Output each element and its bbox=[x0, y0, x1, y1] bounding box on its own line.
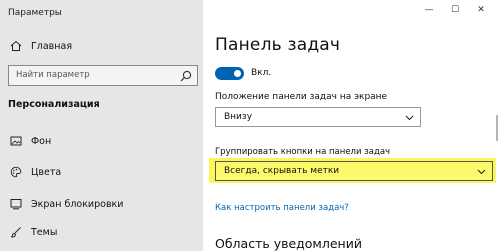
sidebar-item-label: Цвета bbox=[31, 166, 62, 178]
sidebar: Параметры Главная Найти параметр Персона… bbox=[0, 0, 203, 251]
close-button[interactable]: ✕ bbox=[468, 3, 494, 17]
sidebar-item-label: Главная bbox=[31, 40, 73, 52]
image-icon bbox=[10, 136, 22, 146]
section-title: Персонализация bbox=[8, 99, 100, 110]
sidebar-item-label: Экран блокировки bbox=[31, 198, 124, 210]
scrollbar[interactable] bbox=[496, 115, 498, 141]
grouping-label: Группировать кнопки на панели задач bbox=[215, 147, 391, 157]
sidebar-item-home[interactable]: Главная bbox=[10, 40, 72, 52]
sidebar-item-label: Темы bbox=[31, 226, 58, 238]
sidebar-item-themes[interactable]: Темы bbox=[10, 225, 57, 239]
sidebar-item-background[interactable]: Фон bbox=[10, 134, 51, 148]
sidebar-item-label: Фон bbox=[31, 135, 52, 147]
position-dropdown[interactable]: Внизу bbox=[215, 107, 421, 127]
home-icon bbox=[10, 40, 22, 51]
lock-screen-icon bbox=[10, 199, 22, 210]
toggle-knob bbox=[234, 70, 241, 77]
window-controls: — ☐ ✕ bbox=[416, 3, 494, 17]
grouping-dropdown[interactable]: Всегда, скрывать метки bbox=[215, 161, 493, 181]
page-title: Панель задач bbox=[215, 35, 341, 55]
chevron-down-icon bbox=[477, 169, 486, 175]
notifications-section-title: Область уведомлений bbox=[215, 236, 362, 251]
position-value: Внизу bbox=[224, 112, 253, 122]
taskbar-lock-toggle[interactable] bbox=[215, 67, 244, 80]
sidebar-item-colors[interactable]: Цвета bbox=[10, 165, 61, 179]
search-placeholder: Найти параметр bbox=[16, 70, 90, 80]
taskbar-help-link[interactable]: Как настроить панели задач? bbox=[215, 203, 349, 213]
minimize-button[interactable]: — bbox=[416, 3, 442, 17]
grouping-value: Всегда, скрывать метки bbox=[224, 166, 340, 176]
search-input[interactable]: Найти параметр bbox=[8, 65, 198, 86]
position-label: Положение панели задач на экране bbox=[215, 92, 388, 102]
window-title: Параметры bbox=[8, 8, 62, 18]
main-pane: — ☐ ✕ Панель задач Вкл. Положение панели… bbox=[203, 0, 500, 251]
brush-icon bbox=[11, 227, 21, 238]
search-icon[interactable] bbox=[179, 69, 193, 83]
maximize-button[interactable]: ☐ bbox=[442, 3, 468, 17]
palette-icon bbox=[10, 166, 22, 178]
toggle-label: Вкл. bbox=[251, 68, 272, 78]
sidebar-item-lock-screen[interactable]: Экран блокировки bbox=[10, 197, 123, 211]
chevron-down-icon bbox=[405, 115, 414, 121]
